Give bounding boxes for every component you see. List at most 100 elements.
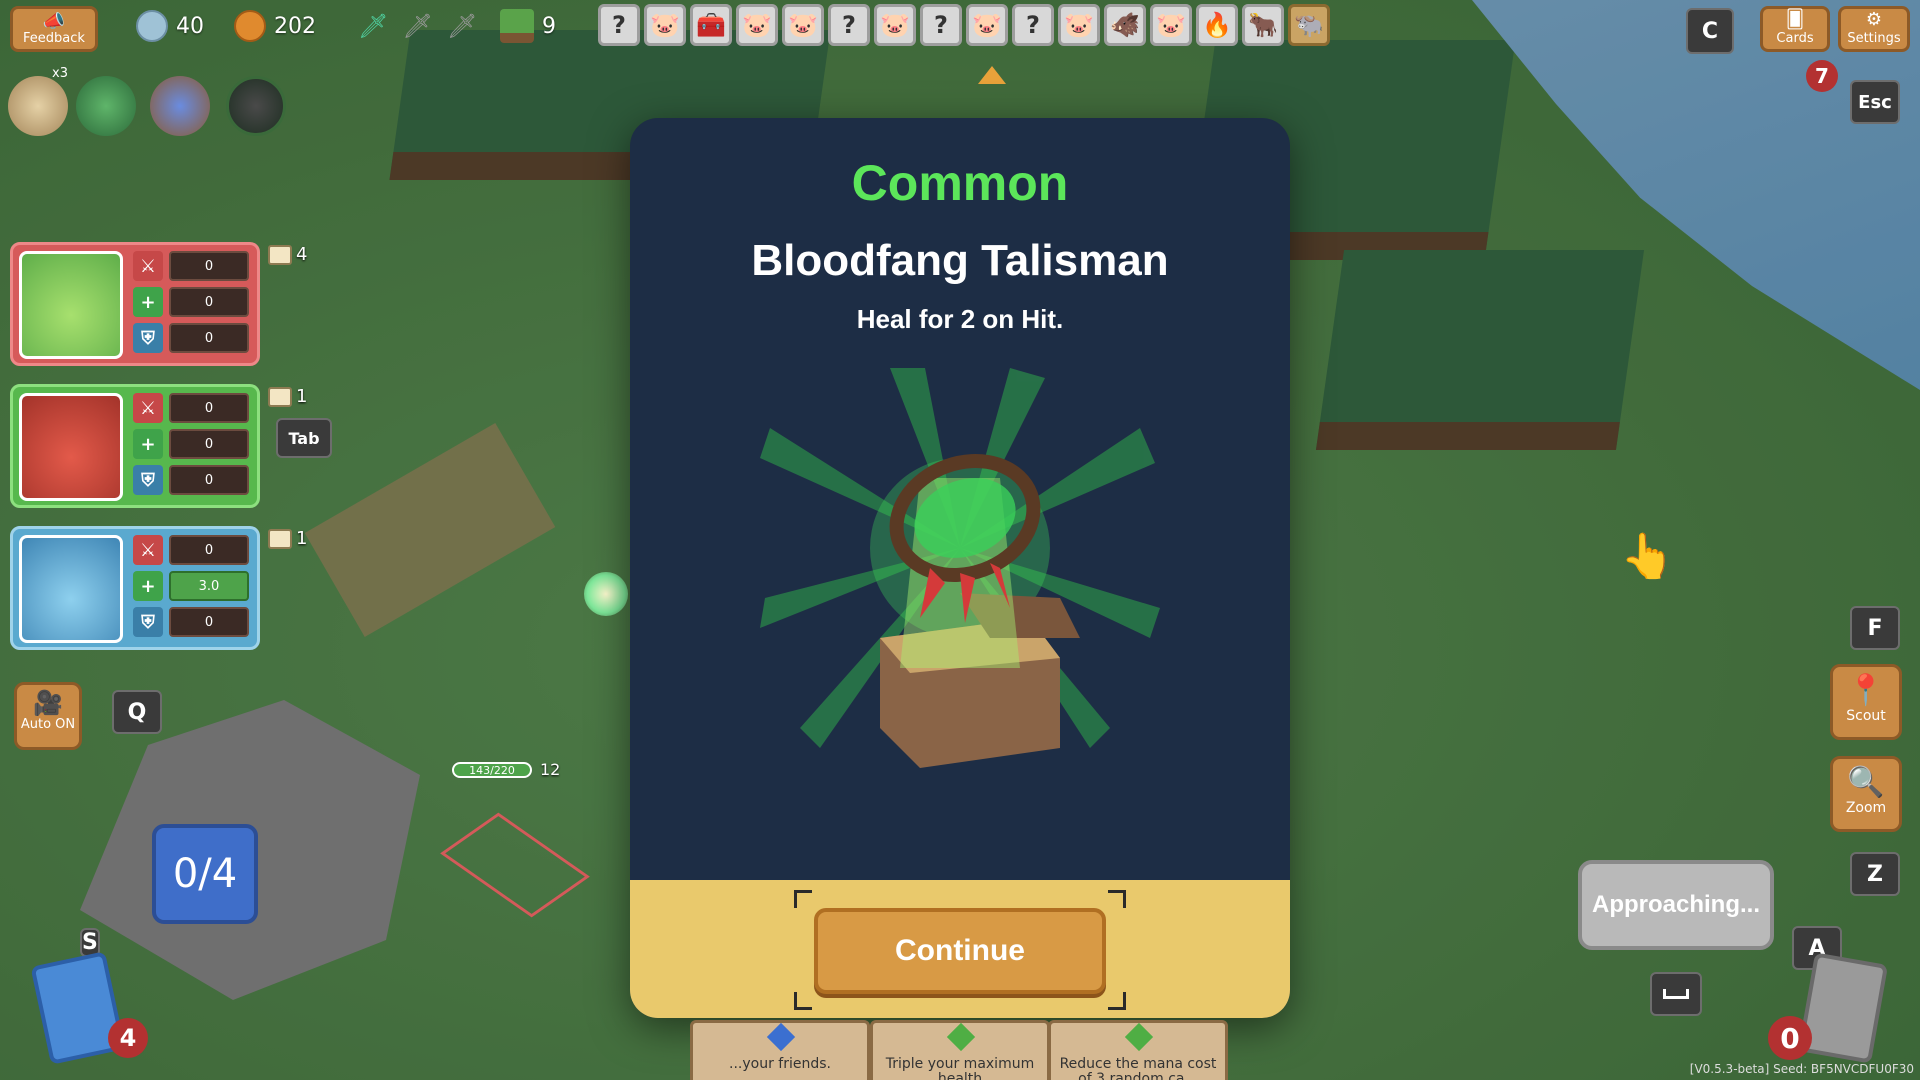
item-name: Bloodfang Talisman [751, 236, 1169, 285]
enemy-node-icon[interactable]: 🐷 [1150, 4, 1192, 46]
card-text: ...your friends. [729, 1056, 831, 1072]
settings-label: Settings [1847, 31, 1901, 46]
card-count: 4 [268, 244, 307, 265]
enemy-node-icon[interactable]: 🐷 [644, 4, 686, 46]
elite-enemy-node-icon[interactable]: 🐗 [1104, 4, 1146, 46]
pointer-hand-icon: 👆 [1620, 531, 1675, 582]
key-esc[interactable]: Esc [1850, 80, 1900, 124]
party-member-panel[interactable]: ⚔ 0 +0 ⛨ 0 [10, 384, 260, 508]
tile-counter: 9 [500, 8, 556, 44]
auto-toggle-button[interactable]: 🎥 Auto ON [14, 682, 82, 750]
heal-value: 0 [169, 429, 249, 459]
green-dragon-portrait [19, 251, 123, 359]
unknown-node-icon[interactable]: ? [920, 4, 962, 46]
attack-value: 0 [169, 251, 249, 281]
party-member-panel[interactable]: ⚔ 0 +0 ⛨ 0 [10, 242, 260, 366]
heal-value: 0 [169, 287, 249, 317]
party-member-panel[interactable]: ⚔ 0 +3.0 ⛨ 0 [10, 526, 260, 650]
rarity-label: Common [851, 155, 1069, 211]
card-text: Reduce the mana cost of 3 random ca... [1059, 1056, 1217, 1080]
unknown-node-icon[interactable]: ? [828, 4, 870, 46]
deck-count-badge: 4 [108, 1018, 148, 1058]
card-count-value: 4 [296, 244, 308, 265]
cards-label: Cards [1776, 31, 1814, 46]
key-space[interactable] [1650, 972, 1702, 1016]
unknown-node-icon[interactable]: ? [1012, 4, 1054, 46]
claw-relic-icon[interactable] [150, 76, 210, 136]
enemy-node-icon[interactable]: 🐷 [736, 4, 778, 46]
attack-value: 0 [169, 393, 249, 423]
stat-block: ⚔ 0 +0 ⛨ 0 [133, 251, 249, 357]
camera-icon: 🎥 [33, 689, 63, 717]
shield-value: 0 [169, 607, 249, 637]
spacebar-icon [1663, 989, 1689, 999]
gear-icon: ⚙ [1865, 9, 1883, 30]
equipment-icons: 🗡 🗡 🗡 [358, 12, 477, 40]
card-count: 1 [268, 386, 307, 407]
key-tab[interactable]: Tab [276, 418, 332, 458]
key-c[interactable]: C [1686, 8, 1734, 54]
blue-dragon-portrait [19, 535, 123, 643]
shield-icon: ⛨ [133, 323, 163, 353]
red-dragon-portrait [19, 393, 123, 501]
version-seed-label: [V0.5.3-beta] Seed: BF5NVCDFU0F30 [1689, 1062, 1914, 1076]
key-f[interactable]: F [1850, 606, 1900, 650]
shield-icon: ⛨ [133, 465, 163, 495]
hand-card[interactable]: ...your friends. [690, 1020, 870, 1080]
card-gem-icon [766, 1023, 796, 1052]
approaching-status-button[interactable]: Approaching... [1578, 860, 1774, 950]
zoom-button[interactable]: 🔍 Zoom [1830, 756, 1902, 832]
dialog-footer: Continue [630, 880, 1290, 1018]
notification-badge: 7 [1806, 60, 1838, 92]
bull-node-icon[interactable]: 🐂 [1242, 4, 1284, 46]
cards-button[interactable]: 🂠 Cards [1760, 6, 1830, 52]
continue-button[interactable]: Continue [814, 908, 1106, 994]
key-q[interactable]: Q [112, 690, 162, 734]
item-description: Heal for 2 on Hit. [856, 304, 1064, 334]
focus-bracket-bl [794, 992, 812, 1010]
item-reveal-illustration [760, 368, 1160, 768]
card-stack-icon [268, 386, 292, 407]
shield-value: 0 [169, 323, 249, 353]
coin-counter: 202 [234, 8, 316, 44]
current-position-marker-icon [978, 66, 1006, 84]
zoom-label: Zoom [1845, 800, 1887, 816]
pawprint-relic-icon[interactable] [226, 76, 286, 136]
coin-count: 202 [274, 13, 316, 39]
card-stack-icon [268, 244, 292, 265]
heal-plus-icon: + [133, 571, 163, 601]
magnifier-icon: 🔍 [1847, 765, 1885, 800]
sword-icon: 🗡 [358, 12, 389, 40]
feedback-button[interactable]: 📣 Feedback [10, 6, 98, 52]
stat-block: ⚔ 0 +3.0 ⛨ 0 [133, 535, 249, 641]
horn-relic-icon[interactable] [8, 76, 68, 136]
claw-relic-icon[interactable] [76, 76, 136, 136]
shield-value: 0 [169, 465, 249, 495]
enemy-node-icon[interactable]: 🐷 [874, 4, 916, 46]
sword-icon: 🗡 [446, 12, 478, 40]
enemy-node-icon[interactable]: 🐷 [1058, 4, 1100, 46]
boss-node-icon[interactable]: 🐃 [1288, 4, 1330, 46]
hand-card[interactable]: Triple your maximum health [870, 1020, 1050, 1080]
focus-bracket-br [1108, 992, 1126, 1010]
card-gem-icon [946, 1023, 976, 1052]
sword-icon: ⚔ [133, 393, 163, 423]
sword-icon: 🗡 [402, 12, 433, 40]
key-z[interactable]: Z [1850, 852, 1900, 896]
card-count-value: 1 [296, 386, 308, 407]
chest-node-icon[interactable]: 🧰 [690, 4, 732, 46]
megaphone-icon: 📣 [42, 11, 66, 32]
enemy-node-icon[interactable]: 🐷 [782, 4, 824, 46]
wave-counter: 0/4 [152, 824, 258, 924]
unknown-node-icon[interactable]: ? [598, 4, 640, 46]
hand-card[interactable]: Reduce the mana cost of 3 random ca... [1048, 1020, 1228, 1080]
enemy-node-icon[interactable]: 🐷 [966, 4, 1008, 46]
settings-button[interactable]: ⚙ Settings [1838, 6, 1910, 52]
gem-icon [136, 10, 168, 42]
scout-button[interactable]: 📍 Scout [1830, 664, 1902, 740]
heal-plus-icon: + [133, 287, 163, 317]
stat-block: ⚔ 0 +0 ⛨ 0 [133, 393, 249, 499]
item-reward-dialog: Common Bloodfang Talisman Heal for 2 on … [630, 118, 1290, 1018]
fire-node-icon[interactable]: 🔥 [1196, 4, 1238, 46]
feedback-label: Feedback [23, 31, 85, 46]
